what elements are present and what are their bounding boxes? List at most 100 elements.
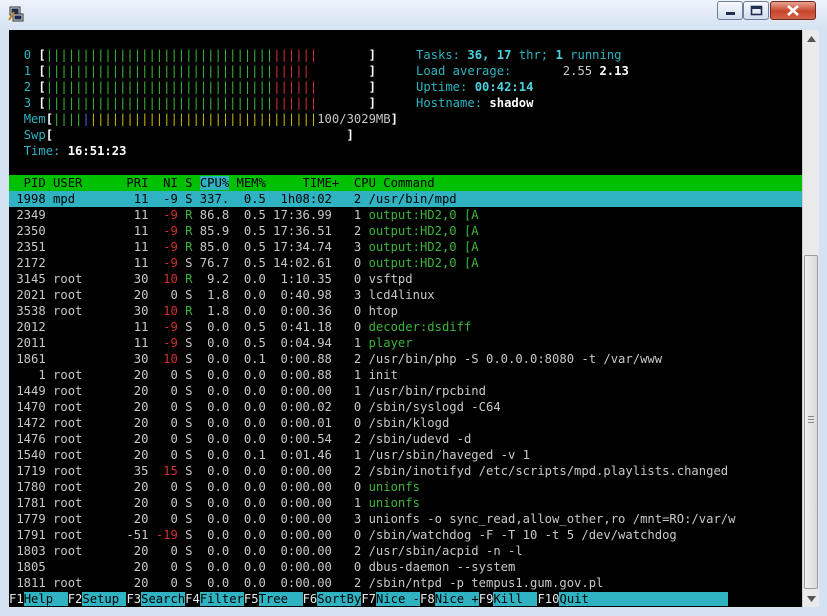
time-cell: 0:00.00 (265, 512, 332, 526)
process-row[interactable]: 1803 root 20 0 S 0.0 0.0 0:00.00 2 /usr/… (9, 543, 802, 559)
function-key-f8[interactable]: F8Nice + (420, 592, 479, 606)
scroll-up-button[interactable] (803, 30, 819, 47)
process-row[interactable]: 1780 root 20 0 S 0.0 0.0 0:00.00 0 union… (9, 479, 802, 495)
process-row[interactable]: 1470 root 20 0 S 0.0 0.0 0:00.02 0 /sbin… (9, 399, 802, 415)
priority-cell: 30 (119, 352, 156, 366)
process-row-selected[interactable]: 1998 mpd 11 -9 S 337. 0.5 1h08:02 2 /usr… (9, 191, 802, 207)
time-cell: 0:00.00 (265, 496, 332, 510)
function-key-f7[interactable]: F7Nice - (361, 592, 421, 606)
process-row[interactable]: 1472 root 20 0 S 0.0 0.0 0:00.01 0 /sbin… (9, 415, 802, 431)
column-header-mem-percent[interactable]: MEM% (229, 176, 266, 190)
nice-cell: -9 (155, 336, 178, 350)
cpu-number-cell: 1 (331, 448, 369, 462)
mem-percent-cell: 0.0 (229, 480, 266, 494)
mem-percent-cell: 0.0 (229, 464, 266, 478)
pid-cell: 1719 (9, 464, 54, 478)
column-header-ni[interactable]: NI (156, 176, 185, 190)
function-key-bar[interactable]: F1Help F2Setup F3SearchF4FilterF5Tree F6… (9, 591, 802, 607)
command-cell: /sbin/ntpd -p tempus1.gum.gov.pl (368, 576, 604, 590)
time-cell: 0:40.98 (265, 288, 332, 302)
scroll-down-button[interactable] (803, 590, 819, 607)
nice-cell: 15 (155, 464, 178, 478)
column-header-cpu[interactable]: CPU (339, 176, 383, 190)
user-cell (53, 336, 119, 350)
process-row[interactable]: 1779 root 20 0 S 0.0 0.0 0:00.00 3 union… (9, 511, 802, 527)
process-row[interactable]: 1719 root 35 15 S 0.0 0.0 0:00.00 2 /sbi… (9, 463, 802, 479)
function-key-code: F10 (537, 592, 560, 606)
function-key-label: Search (141, 592, 186, 606)
process-row[interactable]: 1540 root 20 0 S 0.0 0.1 0:01.46 1 /usr/… (9, 447, 802, 463)
function-key-f6[interactable]: F6SortBy (303, 592, 362, 606)
column-header-command[interactable]: Command (383, 176, 802, 190)
command-cell: /usr/bin/php -S 0.0.0.0:8080 -t /var/www (368, 352, 663, 366)
vertical-scrollbar[interactable] (802, 30, 819, 607)
pid-cell: 1449 (9, 384, 54, 398)
column-header-cpu-percent[interactable]: CPU% (199, 176, 230, 190)
cpu-percent-cell: 0.0 (192, 336, 230, 350)
cpu-percent-cell: 0.0 (192, 464, 230, 478)
nice-cell: 0 (155, 288, 178, 302)
user-cell (53, 320, 119, 334)
function-key-label: Setup (82, 592, 127, 606)
process-row[interactable]: 2012 11 -9 S 0.0 0.5 0:41.18 0 decoder:d… (9, 319, 802, 335)
process-row[interactable]: 1 root 20 0 S 0.0 0.0 0:00.88 1 init (9, 367, 802, 383)
nice-cell: -9 (155, 192, 178, 206)
cpu-percent-cell: 0.0 (192, 368, 230, 382)
memory-meter-bars-buffers: | (82, 112, 90, 126)
column-header-gap[interactable] (192, 176, 199, 190)
process-row[interactable]: 1449 root 20 0 S 0.0 0.0 0:00.00 1 /usr/… (9, 383, 802, 399)
process-row[interactable]: 1781 root 20 0 S 0.0 0.0 0:00.00 1 union… (9, 495, 802, 511)
cpu-percent-cell: 0.0 (192, 320, 230, 334)
process-row[interactable]: 1805 20 0 S 0.0 0.0 0:00.00 0 dbus-daemo… (9, 559, 802, 575)
mem-percent-cell: 0.1 (229, 448, 266, 462)
command-cell: htop (368, 304, 398, 318)
maximize-button[interactable] (743, 1, 769, 20)
threads-label: thr; (518, 48, 549, 62)
minimize-button[interactable] (717, 1, 743, 20)
uptime-label: Uptime: (416, 80, 468, 94)
process-row[interactable]: 1861 30 10 S 0.0 0.1 0:00.88 2 /usr/bin/… (9, 351, 802, 367)
memory-meter-label: Mem (23, 112, 46, 126)
process-table-header[interactable]: PID USER PRI NI S CPU% MEM% TIME+ CPU Co… (9, 175, 802, 191)
function-key-f4[interactable]: F4Filter (185, 592, 244, 606)
process-row[interactable]: 2351 11 -9 R 85.0 0.5 17:34.74 3 output:… (9, 239, 802, 255)
function-key-f1[interactable]: F1Help (9, 592, 68, 606)
scroll-thumb[interactable] (804, 255, 818, 589)
function-key-f2[interactable]: F2Setup (68, 592, 127, 606)
pid-cell: 1779 (9, 512, 54, 526)
command-cell: /sbin/syslogd -C64 (368, 400, 501, 414)
function-key-f3[interactable]: F3Search (126, 592, 186, 606)
process-row[interactable]: 2172 11 -9 S 76.7 0.5 14:02.61 0 output:… (9, 255, 802, 271)
command-cell: /usr/sbin/acpid -n -l (368, 544, 523, 558)
cpu-number-cell: 0 (331, 416, 369, 430)
function-key-f10[interactable]: F10Quit (537, 592, 729, 606)
process-row[interactable]: 2350 11 -9 R 85.9 0.5 17:36.51 2 output:… (9, 223, 802, 239)
function-key-f9[interactable]: F9Kill (479, 592, 538, 606)
process-row[interactable]: 2349 11 -9 R 86.8 0.5 17:36.99 1 output:… (9, 207, 802, 223)
time-cell: 1:10.35 (265, 272, 332, 286)
cpu-number-cell: 0 (331, 480, 369, 494)
process-row[interactable]: 3145 root 30 10 R 9.2 0.0 1:10.35 0 vsft… (9, 271, 802, 287)
time-cell: 0:00.00 (265, 464, 332, 478)
mem-percent-cell: 0.0 (229, 304, 266, 318)
column-header-pri[interactable]: PRI (119, 176, 156, 190)
column-header-pid[interactable]: PID (9, 176, 53, 190)
function-key-f5[interactable]: F5Tree (244, 592, 303, 606)
nice-cell: -9 (155, 240, 178, 254)
pid-cell: 1540 (9, 448, 54, 462)
process-row[interactable]: 1476 root 20 0 S 0.0 0.0 0:00.54 2 /sbin… (9, 431, 802, 447)
cpu-number-cell: 2 (331, 352, 369, 366)
column-header-time[interactable]: TIME+ (266, 176, 340, 190)
process-row[interactable]: 2011 11 -9 S 0.0 0.5 0:04.94 1 player (9, 335, 802, 351)
column-header-user[interactable]: USER (53, 176, 119, 190)
terminal-area[interactable]: 0 [|||||||||||||||||||||||||||||||||||||… (9, 30, 802, 607)
time-cell: 0:01.46 (265, 448, 332, 462)
function-key-code: F5 (243, 592, 259, 606)
process-row[interactable]: 1791 root -51 -19 S 0.0 0.0 0:00.00 0 /s… (9, 527, 802, 543)
close-button[interactable] (770, 1, 816, 20)
process-row[interactable]: 1811 root 20 0 S 0.0 0.0 0:00.00 2 /sbin… (9, 575, 802, 591)
window-titlebar[interactable] (0, 0, 827, 30)
pid-cell: 2349 (9, 208, 54, 222)
process-row[interactable]: 2021 root 20 0 S 1.8 0.0 0:40.98 3 lcd4l… (9, 287, 802, 303)
process-row[interactable]: 3538 root 30 10 R 1.8 0.0 0:00.36 0 htop (9, 303, 802, 319)
